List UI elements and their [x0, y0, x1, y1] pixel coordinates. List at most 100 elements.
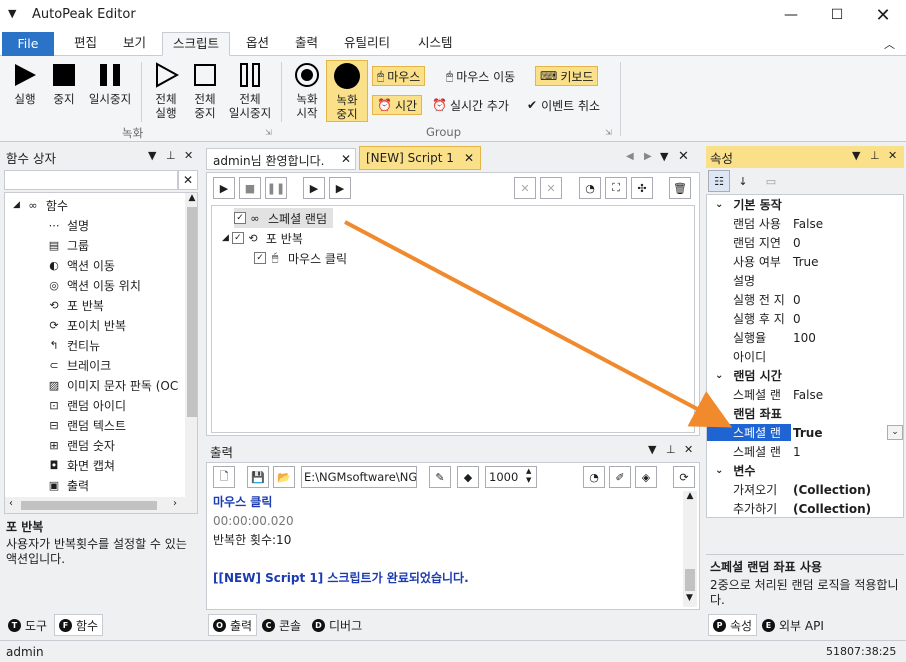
- log-path-input[interactable]: E:\NGMsoftware\NG: [301, 466, 417, 488]
- property-row[interactable]: 실행 후 지 0: [707, 309, 906, 328]
- alphabetical-button[interactable]: ↓: [732, 170, 754, 192]
- close-tab-icon[interactable]: ✕: [464, 151, 474, 165]
- vertical-scrollbar[interactable]: ▲: [185, 193, 197, 497]
- tab-system[interactable]: 시스템: [408, 32, 463, 56]
- property-row-selected[interactable]: 스페셜 랜 True ⌄: [707, 423, 906, 442]
- property-row[interactable]: 설명: [707, 271, 906, 290]
- category-basic[interactable]: ⌄ 기본 동작: [707, 195, 906, 214]
- close-icon[interactable]: ✕: [684, 443, 693, 456]
- line-count-stepper[interactable]: 1000 ▲ ▼: [485, 466, 537, 488]
- clock-button[interactable]: ◔: [583, 466, 605, 488]
- property-value[interactable]: 1: [791, 445, 801, 459]
- step-button[interactable]: ▶: [303, 177, 325, 199]
- tab-script[interactable]: 스크립트: [162, 32, 231, 56]
- tab-functions[interactable]: F 함수: [54, 614, 104, 636]
- group-launcher-icon[interactable]: ⇲: [265, 128, 272, 137]
- tab-console[interactable]: C 콘솔: [258, 614, 305, 636]
- function-item[interactable]: ⊟ 랜덤 텍스트: [47, 415, 126, 435]
- tab-utility[interactable]: 유틸리티: [334, 32, 400, 56]
- event-cancel-button[interactable]: ✔ 이벤트 취소: [523, 95, 604, 115]
- function-item[interactable]: ▣ 출력: [47, 475, 89, 495]
- close-icon[interactable]: ✕: [888, 149, 897, 162]
- document-tab-script[interactable]: [NEW] Script 1 ✕: [359, 146, 481, 170]
- tab-list-icon[interactable]: ▼: [660, 150, 668, 163]
- function-item[interactable]: ▨ 이미지 문자 판독 (OC: [47, 375, 178, 395]
- property-value[interactable]: 100: [791, 331, 816, 345]
- chevron-down-icon[interactable]: ⌄: [715, 199, 723, 210]
- tab-view[interactable]: 보기: [113, 32, 156, 56]
- property-value[interactable]: False: [791, 388, 823, 402]
- function-item[interactable]: ⟲ 포 반복: [47, 295, 104, 315]
- property-row[interactable]: 가져오기 (Collection): [707, 480, 906, 499]
- minimize-button[interactable]: —: [768, 0, 814, 30]
- tab-debug[interactable]: D 디버그: [308, 614, 366, 636]
- h-scroll-thumb[interactable]: [21, 501, 157, 510]
- tab-file[interactable]: File: [2, 32, 54, 56]
- close-tab-icon[interactable]: ✕: [341, 152, 351, 166]
- group-launcher-icon[interactable]: ⇲: [605, 128, 612, 137]
- record-stop-button[interactable]: 녹화 중지: [326, 60, 368, 122]
- pin-icon[interactable]: ⊥: [870, 149, 880, 162]
- trash-button[interactable]: 🗑: [669, 177, 691, 199]
- function-item[interactable]: ▤ 그룹: [47, 235, 89, 255]
- tab-scroll-left-icon[interactable]: ◀: [626, 151, 634, 162]
- dropdown-icon[interactable]: ▼: [852, 149, 860, 162]
- tab-scroll-right-icon[interactable]: ▶: [644, 151, 652, 162]
- stop-all-button[interactable]: 전체 중지: [184, 60, 226, 120]
- property-row[interactable]: 실행 전 지 0: [707, 290, 906, 309]
- step-run-button[interactable]: ▶: [329, 177, 351, 199]
- run-button[interactable]: 실행: [4, 60, 46, 106]
- node-checkbox[interactable]: ✓: [234, 212, 246, 224]
- category-random-coord[interactable]: ⌄ 랜덤 좌표: [707, 404, 906, 423]
- node-checkbox[interactable]: ✓: [231, 232, 244, 244]
- mouse-toggle[interactable]: 🖱 마우스: [372, 66, 426, 86]
- pause-all-button[interactable]: 전체 일시중지: [224, 60, 276, 120]
- record-start-button[interactable]: 녹화 시작: [286, 60, 328, 120]
- pause-button[interactable]: 일시중지: [84, 60, 136, 106]
- new-log-button[interactable]: 🗋: [213, 466, 235, 488]
- property-value[interactable]: False: [791, 217, 823, 231]
- category-random-time[interactable]: ⌄ 랜덤 시간: [707, 366, 906, 385]
- property-value[interactable]: True: [791, 255, 819, 269]
- property-row[interactable]: 추가하기 (Collection): [707, 499, 906, 518]
- property-row[interactable]: 실행율 100: [707, 328, 906, 347]
- fill-button[interactable]: ◈: [635, 466, 657, 488]
- tab-tools[interactable]: T 도구: [4, 614, 51, 636]
- scroll-thumb[interactable]: [187, 207, 197, 417]
- close-button[interactable]: ✕: [860, 0, 906, 30]
- mouse-move-toggle[interactable]: 🖱 마우스 이동: [442, 66, 519, 86]
- property-value[interactable]: 0: [791, 293, 801, 307]
- collapse-icon[interactable]: ◢: [222, 233, 229, 243]
- scroll-up-icon[interactable]: ▲: [683, 491, 697, 501]
- property-row[interactable]: 스페셜 랜 False: [707, 385, 906, 404]
- property-row[interactable]: 랜덤 지연 0: [707, 233, 906, 252]
- scroll-down-icon[interactable]: ▼: [686, 593, 693, 603]
- open-folder-button[interactable]: 📂: [273, 466, 295, 488]
- refresh-button[interactable]: ⟳: [673, 466, 695, 488]
- run-script-button[interactable]: ▶: [213, 177, 235, 199]
- output-scrollbar[interactable]: ▲ ▼: [683, 491, 697, 607]
- scroll-left-icon[interactable]: ‹: [9, 498, 13, 509]
- tab-output[interactable]: 출력: [285, 32, 328, 56]
- tab-options[interactable]: 옵션: [236, 32, 279, 56]
- node-checkbox[interactable]: ✓: [254, 252, 266, 264]
- property-row[interactable]: 아이디: [707, 347, 906, 366]
- function-item[interactable]: ⊡ 랜덤 아이디: [47, 395, 126, 415]
- close-document-icon[interactable]: ✕: [678, 149, 689, 164]
- stepper-arrows-icon[interactable]: ▲ ▼: [526, 467, 531, 485]
- brush-button[interactable]: ✐: [609, 466, 631, 488]
- time-toggle[interactable]: ⏰ 시간: [372, 95, 423, 115]
- stop-script-button[interactable]: ■: [239, 177, 261, 199]
- delete-button[interactable]: ✕: [514, 177, 536, 199]
- horizontal-scrollbar[interactable]: ‹ ›: [5, 497, 197, 513]
- dropdown-icon[interactable]: ▼: [148, 149, 156, 162]
- property-value[interactable]: 0: [791, 236, 801, 250]
- scroll-up-icon[interactable]: ▲: [185, 193, 197, 203]
- run-all-button[interactable]: 전체 실행: [145, 60, 187, 120]
- dropdown-icon[interactable]: ▼: [648, 443, 656, 456]
- property-pages-button[interactable]: ▭: [760, 170, 782, 192]
- property-row[interactable]: 사용 여부 True: [707, 252, 906, 271]
- realtime-add-button[interactable]: ⏰ 실시간 추가: [428, 95, 513, 115]
- system-menu-icon[interactable]: ▼: [8, 7, 16, 20]
- maximize-button[interactable]: ☐: [814, 0, 860, 30]
